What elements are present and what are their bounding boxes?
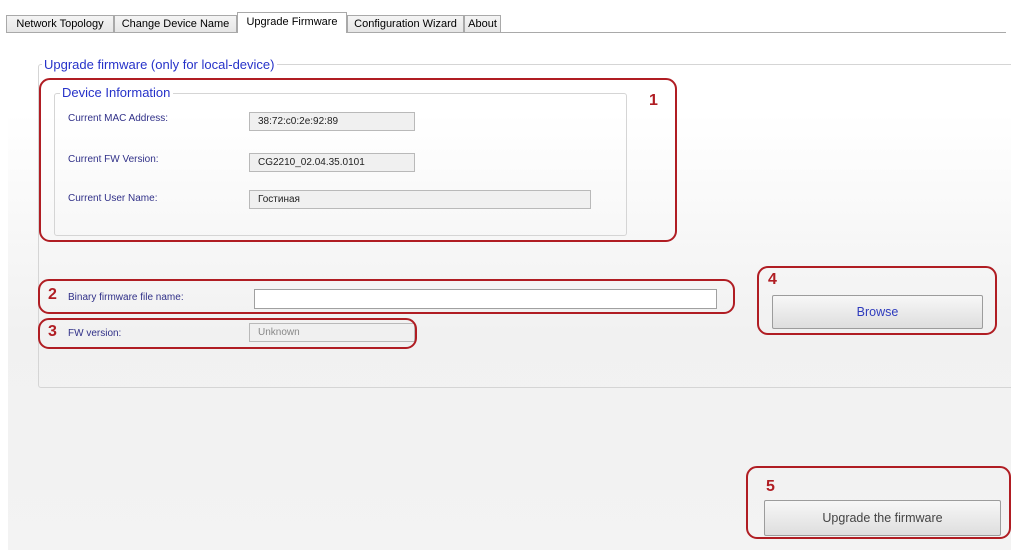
upgrade-firmware-panel: Upgrade firmware (only for local-device)… (8, 33, 1011, 550)
callout-number-1: 1 (649, 92, 658, 109)
tab-strip: Network Topology Change Device Name Upgr… (6, 12, 1006, 33)
tab-configuration-wizard[interactable]: Configuration Wizard (347, 15, 464, 32)
tab-network-topology[interactable]: Network Topology (6, 15, 114, 32)
callout-box-firmware-file (38, 279, 735, 314)
callout-number-4: 4 (768, 271, 777, 288)
callout-box-browse (757, 266, 997, 335)
callout-number-2: 2 (48, 286, 57, 303)
callout-box-device-info (39, 78, 677, 242)
tab-about[interactable]: About (464, 15, 501, 32)
tab-change-device-name[interactable]: Change Device Name (114, 15, 237, 32)
callout-box-upgrade (746, 466, 1011, 539)
tab-upgrade-firmware[interactable]: Upgrade Firmware (237, 12, 347, 33)
callout-number-5: 5 (766, 478, 775, 495)
upgrade-firmware-group-title: Upgrade firmware (only for local-device) (42, 57, 278, 72)
callout-box-fw-version (38, 318, 417, 349)
callout-number-3: 3 (48, 323, 57, 340)
